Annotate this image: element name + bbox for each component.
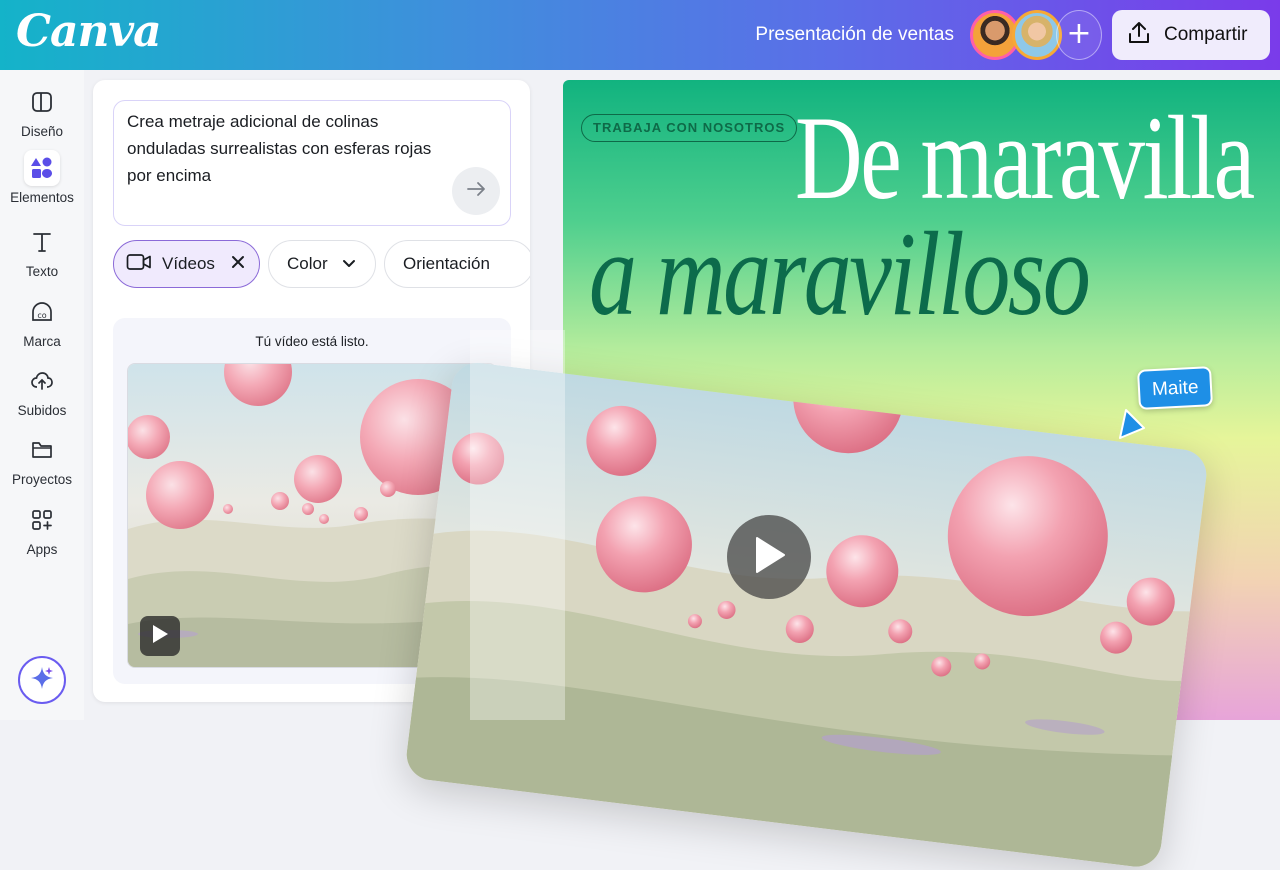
chip-label: Vídeos bbox=[162, 254, 215, 273]
panel-overlap-shade bbox=[470, 330, 565, 720]
sidebar-item-label: Proyectos bbox=[11, 472, 73, 487]
sidebar-item-label: Subidos bbox=[17, 403, 67, 418]
prompt-text[interactable]: Crea metraje adicional de colinas ondula… bbox=[127, 108, 437, 189]
top-bar: Canva Presentación de ventas + Compartir bbox=[0, 0, 1280, 70]
brand-icon: co bbox=[24, 294, 60, 330]
play-icon bbox=[751, 535, 787, 579]
collaborator-cursor-label: Maite bbox=[1137, 366, 1214, 410]
sidebar-item-diseno[interactable]: Diseño bbox=[0, 84, 84, 148]
magic-button[interactable] bbox=[18, 656, 66, 704]
sidebar-item-label: Texto bbox=[25, 264, 59, 279]
chip-label: Orientación bbox=[403, 254, 490, 273]
cursor-pointer-icon bbox=[1116, 408, 1146, 444]
play-icon bbox=[151, 624, 169, 648]
badge[interactable]: TRABAJA CON NOSOTROS bbox=[581, 114, 798, 142]
chip-orientation[interactable]: Orientación bbox=[384, 240, 530, 288]
share-button[interactable]: Compartir bbox=[1112, 10, 1270, 60]
arrow-right-icon bbox=[465, 178, 487, 204]
chip-videos[interactable]: Vídeos bbox=[113, 240, 260, 288]
sidebar-item-apps[interactable]: Apps bbox=[0, 502, 84, 566]
canva-logo[interactable]: Canva bbox=[16, 6, 162, 57]
chip-label: Color bbox=[287, 254, 328, 273]
video-camera-icon bbox=[126, 252, 152, 277]
sidebar-item-proyectos[interactable]: Proyectos bbox=[0, 432, 84, 496]
add-collaborator-button[interactable]: + bbox=[1056, 10, 1102, 60]
sidebar: Diseño Elementos Texto co Marca Subidos … bbox=[0, 70, 84, 720]
video-play-button[interactable] bbox=[727, 515, 811, 599]
chevron-down-icon bbox=[342, 254, 356, 274]
sidebar-item-texto[interactable]: Texto bbox=[0, 224, 84, 288]
sidebar-item-marca[interactable]: co Marca bbox=[0, 294, 84, 358]
sidebar-item-label: Diseño bbox=[20, 124, 64, 139]
apps-icon bbox=[24, 502, 60, 538]
sidebar-item-elementos[interactable]: Elementos bbox=[0, 150, 84, 214]
play-button[interactable] bbox=[140, 616, 180, 656]
layout-icon bbox=[24, 84, 60, 120]
sidebar-item-label: Marca bbox=[23, 334, 61, 349]
share-button-label: Compartir bbox=[1164, 24, 1248, 45]
sidebar-item-subidos[interactable]: Subidos bbox=[0, 363, 84, 427]
prompt-input[interactable]: Crea metraje adicional de colinas ondula… bbox=[113, 100, 511, 226]
headline-line-1[interactable]: De maravilla bbox=[795, 98, 1255, 218]
cloud-upload-icon bbox=[24, 363, 60, 399]
svg-text:co: co bbox=[37, 311, 46, 320]
chip-color[interactable]: Color bbox=[268, 240, 376, 288]
shapes-icon bbox=[24, 150, 60, 186]
video-ready-message: Tú vídeo está listo. bbox=[255, 334, 369, 349]
collaborators: + bbox=[970, 10, 1102, 60]
folder-icon bbox=[24, 432, 60, 468]
filter-chips: Vídeos Color Orientación bbox=[113, 240, 530, 290]
avatar[interactable] bbox=[1012, 10, 1062, 60]
sidebar-item-label: Apps bbox=[26, 542, 58, 557]
sparkle-icon bbox=[29, 665, 55, 695]
close-icon[interactable] bbox=[231, 254, 245, 274]
sidebar-item-label: Elementos bbox=[10, 190, 74, 205]
send-button[interactable] bbox=[452, 167, 500, 215]
headline-line-2[interactable]: a maravilloso bbox=[589, 214, 1091, 334]
upload-icon bbox=[1126, 20, 1152, 50]
text-icon bbox=[24, 224, 60, 260]
document-title[interactable]: Presentación de ventas bbox=[755, 24, 954, 46]
